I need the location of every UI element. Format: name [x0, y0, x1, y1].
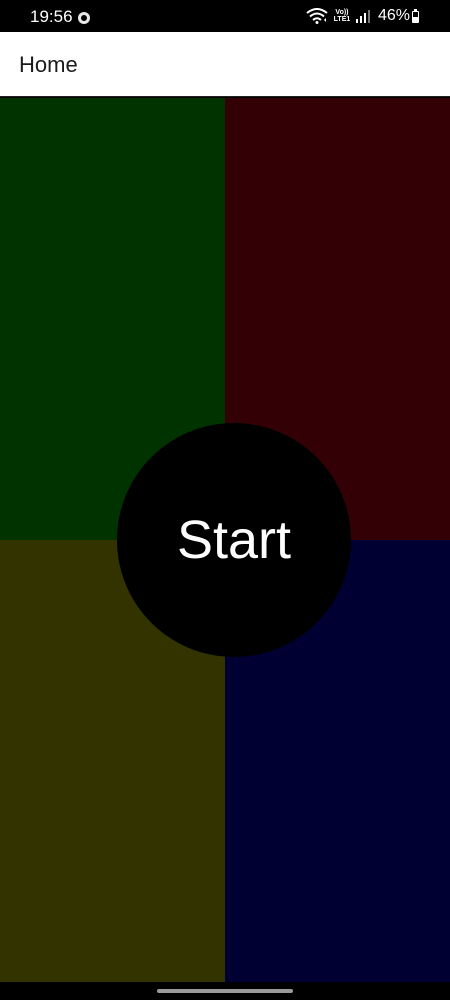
notification-icon [78, 12, 90, 24]
signal-icon [355, 9, 370, 23]
wifi-icon [306, 8, 328, 24]
navigation-bar [0, 982, 450, 1000]
status-icons: Vo)) LTE1 46% [306, 6, 410, 26]
battery-percent: 46% [377, 7, 410, 24]
battery-icon [412, 9, 419, 23]
lte-icon: Vo)) LTE1 [333, 9, 351, 23]
start-button[interactable]: Start [117, 423, 351, 657]
app-bar: Home [0, 32, 450, 97]
page-title: Home [19, 52, 78, 77]
home-indicator[interactable] [157, 989, 293, 993]
status-bar: 19:56 Vo)) LTE1 46% [0, 0, 450, 32]
status-time: 19:56 [30, 7, 73, 26]
